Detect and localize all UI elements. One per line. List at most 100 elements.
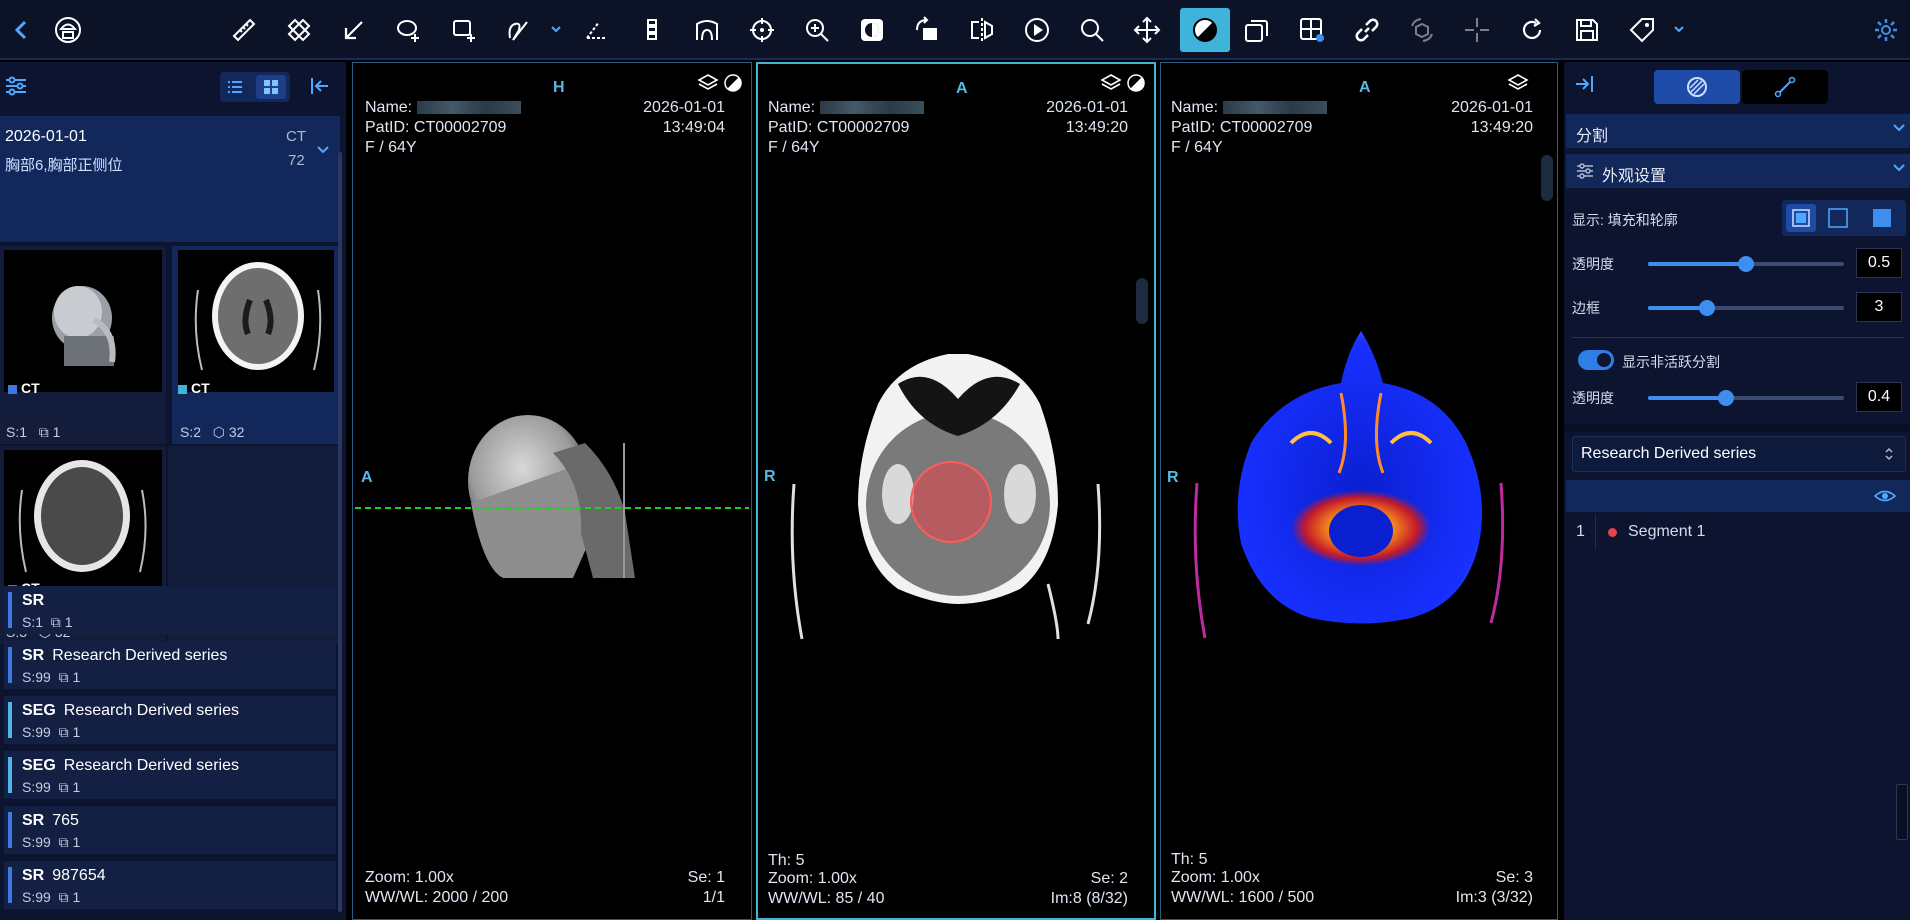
segment-color-dot xyxy=(1608,528,1617,537)
logo-icon[interactable] xyxy=(46,10,90,50)
series-list-item[interactable]: SR Research Derived series S:99 ⧉ 1 xyxy=(4,641,336,689)
segment-row[interactable]: 1 Segment 1 xyxy=(1566,514,1910,550)
grid-view-icon[interactable] xyxy=(256,75,286,99)
study-header[interactable]: 2026-01-01 胸部6,胸部正侧位 CT 72 xyxy=(0,116,340,242)
show-inactive-toggle[interactable] xyxy=(1578,350,1614,370)
series-list-item[interactable]: SR 765 S:99 ⧉ 1 xyxy=(4,806,336,854)
measurement-tab[interactable] xyxy=(1742,70,1828,104)
ruler-icon[interactable] xyxy=(222,10,266,50)
curve-icon[interactable] xyxy=(685,10,729,50)
series-description: Research Derived series xyxy=(63,757,239,774)
series-list-item[interactable]: SR 987654 S:99 ⧉ 1 xyxy=(4,861,336,909)
viewport-axial-active[interactable]: Name: PatID: CT00002709 F / 64Y 2026-01-… xyxy=(756,62,1156,920)
zoom-icon[interactable] xyxy=(795,10,839,50)
outline-only-mode-icon[interactable] xyxy=(1828,208,1848,233)
appearance-section-title: 外观设置 xyxy=(1602,168,1667,185)
appearance-section-header[interactable]: 外观设置 xyxy=(1566,154,1910,188)
series-list-item[interactable]: SEG Research Derived series S:99 ⧉ 1 xyxy=(4,751,336,799)
chevron-down-icon xyxy=(1892,160,1906,179)
opacity-label: 透明度 xyxy=(1572,256,1614,272)
zoom-readout: Zoom: 1.00x xyxy=(365,869,454,886)
3d-rotate-icon[interactable] xyxy=(1400,10,1444,50)
border-slider-handle[interactable] xyxy=(1698,300,1715,316)
link-icon[interactable] xyxy=(1345,10,1389,50)
viewport-sagittal[interactable]: Name: PatID: CT00002709 F / 64Y 2026-01-… xyxy=(352,62,752,920)
axial-ct-image xyxy=(790,354,1102,640)
list-view-icon[interactable] xyxy=(226,78,244,101)
window-level-icon[interactable] xyxy=(1180,8,1230,52)
collapse-panel-icon[interactable] xyxy=(308,74,332,103)
study-chevron-down-icon[interactable] xyxy=(316,142,330,161)
spine-icon[interactable] xyxy=(630,10,674,50)
tag-icon[interactable] xyxy=(1620,10,1664,50)
freehand-icon[interactable] xyxy=(497,10,541,50)
magnify-icon[interactable] xyxy=(1070,10,1114,50)
tool-menu-chevron-icon[interactable] xyxy=(549,18,563,42)
series-count: 1 xyxy=(72,724,81,740)
copy-icon: ⧉ xyxy=(58,779,69,795)
expand-panel-icon[interactable] xyxy=(1572,72,1596,101)
stack-icon[interactable] xyxy=(1235,10,1279,50)
inactive-opacity-slider[interactable] xyxy=(1648,390,1844,406)
series-list-item[interactable]: SR S:1 ⧉ 1 xyxy=(4,586,336,634)
bandage-icon[interactable] xyxy=(277,10,321,50)
series-meta: S:99 ⧉ 1 xyxy=(22,779,80,796)
series-description: Research Derived series xyxy=(63,702,239,719)
segmentation-section-header[interactable]: 分割 xyxy=(1566,114,1910,148)
reset-icon[interactable] xyxy=(1510,10,1554,50)
back-icon[interactable] xyxy=(4,10,40,50)
segmentation-section-title: 分割 xyxy=(1576,128,1609,145)
copy-icon: ⧉ xyxy=(50,614,61,630)
fill-and-outline-mode-icon[interactable] xyxy=(1786,204,1816,232)
eye-icon[interactable] xyxy=(1873,486,1897,511)
settings-icon[interactable] xyxy=(1866,10,1906,50)
left-panel-scrollbar[interactable] xyxy=(338,152,342,912)
rectangle-roi-icon[interactable] xyxy=(442,10,486,50)
flip-icon[interactable] xyxy=(960,10,1004,50)
cine-play-icon[interactable] xyxy=(1015,10,1059,50)
opacity-slider-handle[interactable] xyxy=(1738,256,1754,272)
zoom-readout: Zoom: 1.00x xyxy=(1171,869,1260,886)
opacity-slider[interactable] xyxy=(1648,256,1844,272)
border-slider[interactable] xyxy=(1648,300,1844,316)
crosshair-icon[interactable] xyxy=(740,10,784,50)
segmentation-tab[interactable] xyxy=(1654,70,1740,104)
series-thumbnail-selected[interactable]: CT S:2 ⬡ 32 xyxy=(172,246,338,444)
thickness-readout: Th: 5 xyxy=(768,852,805,869)
rotate-icon[interactable] xyxy=(905,10,949,50)
layout-icon[interactable] xyxy=(1290,10,1334,50)
series-thumbnail[interactable]: CT S:1 ⧉ 1 xyxy=(0,246,166,444)
opacity-value-input[interactable]: 0.5 xyxy=(1856,248,1902,278)
series-modality: SR xyxy=(22,592,45,609)
pan-icon[interactable] xyxy=(1125,10,1169,50)
arrow-annotate-icon[interactable] xyxy=(332,10,376,50)
more-tools-chevron-icon[interactable] xyxy=(1672,18,1686,42)
angle-icon[interactable] xyxy=(575,10,619,50)
image-index-readout: Im:8 (8/32) xyxy=(1050,890,1128,907)
thumbnail-series-number: S:2 xyxy=(180,424,202,440)
series-title: SR xyxy=(22,592,52,610)
reference-lines-icon[interactable] xyxy=(1455,10,1499,50)
series-number: S:99 xyxy=(22,669,51,685)
series-list-item[interactable]: SEG Research Derived series S:99 ⧉ 1 xyxy=(4,696,336,744)
border-value-input[interactable]: 3 xyxy=(1856,292,1902,322)
segmentation-overlay[interactable] xyxy=(910,461,992,543)
viewport-axial-fusion[interactable]: Name: PatID: CT00002709 F / 64Y 2026-01-… xyxy=(1160,62,1558,920)
ellipse-roi-icon[interactable] xyxy=(387,10,431,50)
inactive-opacity-value-input[interactable]: 0.4 xyxy=(1856,382,1902,412)
invert-icon[interactable] xyxy=(850,10,894,50)
copy-icon: ⧉ xyxy=(38,424,49,440)
segmentation-select[interactable]: Research Derived series xyxy=(1572,436,1906,472)
inactive-opacity-slider-handle[interactable] xyxy=(1718,390,1735,406)
series-title: SR 765 xyxy=(22,812,79,830)
save-icon[interactable] xyxy=(1565,10,1609,50)
series-color-bar xyxy=(8,592,12,628)
panel-resize-handle[interactable] xyxy=(1896,784,1908,840)
fusion-pet-ct-image xyxy=(1193,331,1505,639)
series-color-bar xyxy=(8,867,12,903)
opacity-slider-fill xyxy=(1648,262,1746,266)
filter-settings-icon[interactable] xyxy=(4,74,28,103)
fill-only-mode-icon[interactable] xyxy=(1872,208,1892,233)
sagittal-ct-image xyxy=(355,415,749,578)
series-modality: SEG xyxy=(22,702,56,719)
